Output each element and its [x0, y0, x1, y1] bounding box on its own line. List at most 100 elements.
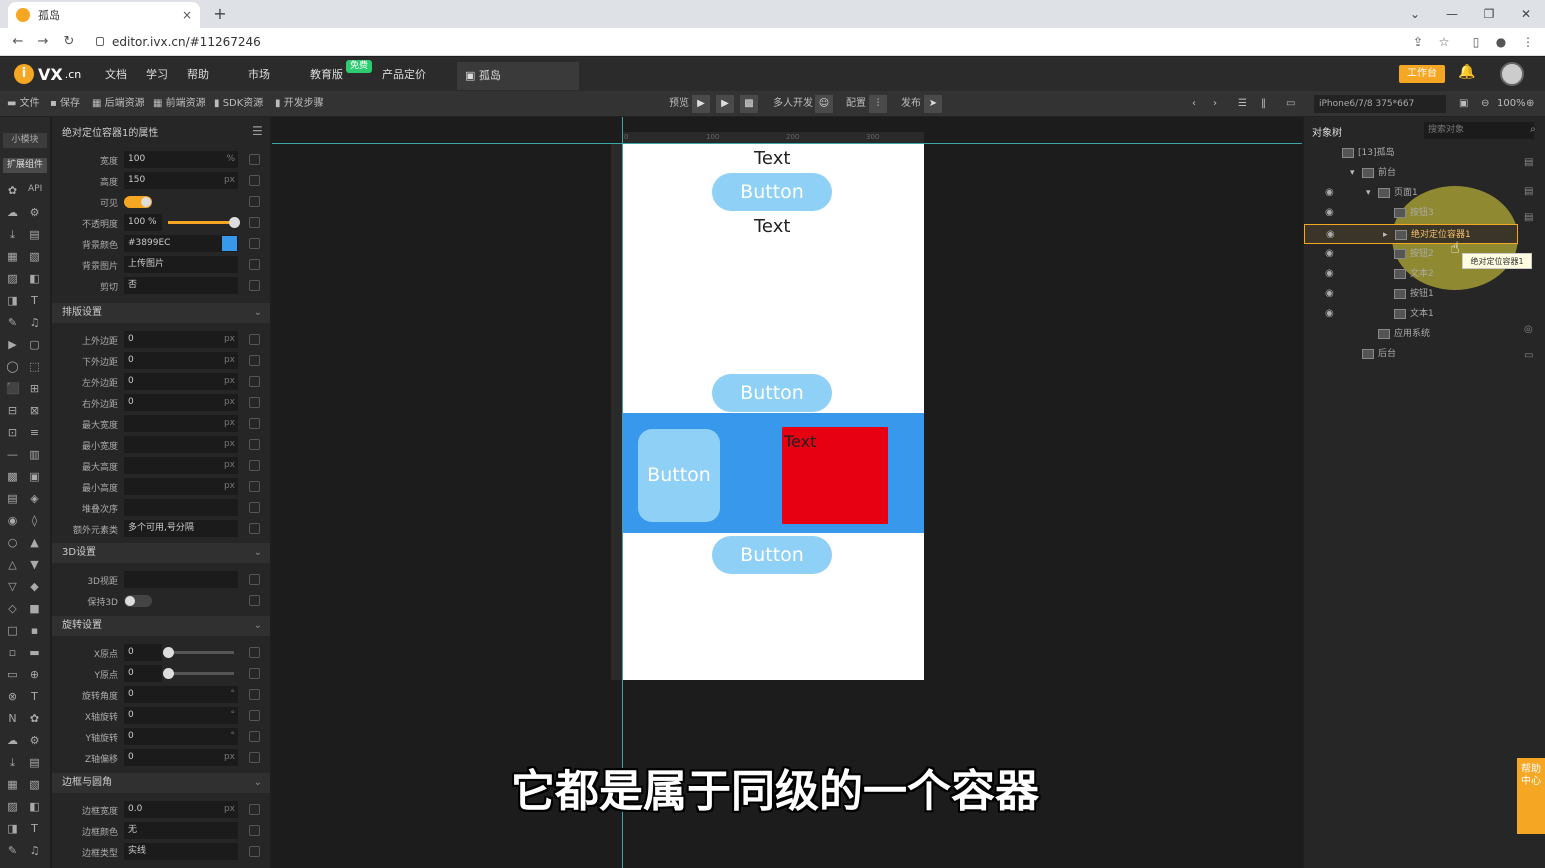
component-icon[interactable]: ◆ [28, 580, 41, 593]
side-tool-icon[interactable]: ▤ [1524, 212, 1538, 224]
chevron-down-icon[interactable]: ▾ [1350, 163, 1355, 183]
tree-search-input[interactable]: 搜索对象 [1424, 122, 1534, 139]
tree-root[interactable]: [13]孤岛 [1304, 143, 1518, 163]
property-input[interactable]: px [124, 436, 238, 453]
ivx-logo[interactable]: i VX .cn [14, 62, 81, 86]
property-input[interactable]: 0 ° [124, 686, 238, 703]
property-input[interactable]: 0.0 px [124, 801, 238, 818]
property-input[interactable]: 100 % [124, 214, 162, 231]
property-input[interactable]: 0 px [124, 373, 238, 390]
panel-menu-icon[interactable]: ☰ [252, 124, 263, 138]
property-input[interactable]: 0 px [124, 331, 238, 348]
component-icon[interactable]: ▪ [28, 624, 41, 637]
property-input[interactable]: px [124, 457, 238, 474]
component-icon[interactable]: ⊞ [28, 382, 41, 395]
component-icon[interactable]: ▣ [28, 470, 41, 483]
component-icon[interactable]: ▢ [28, 338, 41, 351]
component-icon[interactable]: ▫ [6, 646, 19, 659]
component-icon[interactable]: ◇ [6, 602, 19, 615]
play-alt-icon[interactable]: ▶ [716, 95, 734, 113]
property-input[interactable] [124, 499, 238, 516]
component-icon[interactable]: ▤ [28, 756, 41, 769]
component-icon[interactable]: ✎ [6, 316, 19, 329]
component-icon[interactable]: — [6, 448, 19, 461]
tree-app-system[interactable]: 应用系统 [1304, 324, 1518, 344]
property-input[interactable]: px [124, 478, 238, 495]
side-tool-icon[interactable]: ▭ [1524, 350, 1538, 362]
slider-track[interactable] [168, 672, 234, 675]
close-window-button[interactable]: ✕ [1511, 4, 1541, 24]
component-icon[interactable]: ▤ [6, 492, 19, 505]
component-icon[interactable]: ⊡ [6, 426, 19, 439]
property-input[interactable]: 0 ° [124, 707, 238, 724]
component-icon[interactable]: ▨ [6, 800, 19, 813]
property-input[interactable]: 0 [124, 644, 162, 661]
share-icon[interactable]: ⇪ [1408, 32, 1428, 52]
component-icon[interactable]: ≡ [28, 426, 41, 439]
toolbar-sdk[interactable]: ▮ SDK资源 [214, 96, 263, 112]
copy-icon[interactable] [249, 731, 260, 742]
component-icon[interactable]: ▶ [6, 338, 19, 351]
browser-tab[interactable]: 孤岛 × [8, 2, 200, 28]
container-text[interactable]: Text [784, 432, 816, 451]
copy-icon[interactable] [249, 710, 260, 721]
tree-button3[interactable]: ◉ 按钮3 [1304, 203, 1518, 223]
eye-icon[interactable]: ◉ [1325, 304, 1334, 324]
eye-icon[interactable]: ◉ [1325, 284, 1334, 304]
property-input[interactable]: 实线 [124, 843, 238, 860]
sidepanel-icon[interactable]: ▯ [1466, 32, 1486, 52]
property-input[interactable]: 100% [124, 151, 238, 168]
tree-text1[interactable]: ◉ 文本1 [1304, 304, 1518, 324]
property-input[interactable]: 150 px [124, 172, 238, 189]
device-select[interactable]: iPhone6/7/8 375*667 [1314, 95, 1446, 113]
property-input[interactable]: 否 [124, 277, 238, 294]
url-field[interactable]: editor.ivx.cn/#11267246 [92, 32, 1412, 52]
copy-icon[interactable] [249, 689, 260, 700]
avatar[interactable] [1500, 62, 1524, 86]
component-icon[interactable]: T [28, 822, 41, 835]
copy-icon[interactable] [249, 502, 260, 513]
copy-icon[interactable] [249, 418, 260, 429]
component-icon[interactable]: ▧ [28, 250, 41, 263]
property-input[interactable]: 无 [124, 822, 238, 839]
slider-knob[interactable] [163, 668, 174, 679]
component-icon[interactable]: ◈ [28, 492, 41, 505]
menu-education[interactable]: 教育版 [310, 66, 343, 84]
tree-abs-container[interactable]: ◉ ▸ 绝对定位容器1 [1304, 224, 1518, 244]
tree-button1[interactable]: ◉ 按钮1 [1304, 284, 1518, 304]
component-icon[interactable]: ■ [28, 602, 41, 615]
menu-learn[interactable]: 学习 [146, 66, 168, 84]
property-section[interactable]: 排版设置 ⌄ [52, 303, 270, 323]
help-center-tab[interactable]: 帮助中心 [1517, 758, 1545, 834]
fit-icon[interactable]: ▣ [1459, 96, 1468, 112]
component-icon[interactable]: ▤ [28, 228, 41, 241]
copy-icon[interactable] [249, 238, 260, 249]
align-left-icon[interactable]: ☰ [1238, 96, 1247, 112]
property-input[interactable] [124, 571, 238, 588]
component-icon[interactable]: ○ [6, 536, 19, 549]
chevron-down-icon[interactable]: ▾ [1366, 183, 1371, 203]
component-icon[interactable]: ▧ [28, 778, 41, 791]
copy-icon[interactable] [249, 523, 260, 534]
copy-icon[interactable] [249, 334, 260, 345]
component-icon[interactable]: ♫ [28, 844, 41, 857]
eye-icon[interactable]: ◉ [1325, 244, 1334, 264]
eye-icon[interactable]: ◉ [1326, 225, 1335, 245]
users-icon[interactable]: ☺ [815, 95, 833, 113]
tab-search-icon[interactable]: ⌄ [1400, 4, 1430, 24]
bell-icon[interactable]: 🔔 [1458, 64, 1475, 84]
copy-icon[interactable] [249, 217, 260, 228]
toolbar-save[interactable]: ▪ 保存 [50, 96, 80, 112]
copy-icon[interactable] [249, 397, 260, 408]
copy-icon[interactable] [249, 574, 260, 585]
component-icon[interactable]: ☁ [6, 734, 19, 747]
zoom-out-icon[interactable]: ⊖ [1481, 96, 1489, 112]
property-input[interactable]: 多个可用,号分隔 [124, 520, 238, 537]
component-icon[interactable]: ✿ [6, 184, 19, 197]
tree-page1[interactable]: ◉ ▾ 页面1 [1304, 183, 1518, 203]
api-label[interactable]: API [28, 184, 42, 194]
component-icon[interactable]: ⬛ [6, 382, 20, 395]
restore-button[interactable]: ❐ [1474, 4, 1504, 24]
component-icon[interactable]: ⊕ [28, 668, 41, 681]
component-icon[interactable]: ▨ [6, 272, 19, 285]
